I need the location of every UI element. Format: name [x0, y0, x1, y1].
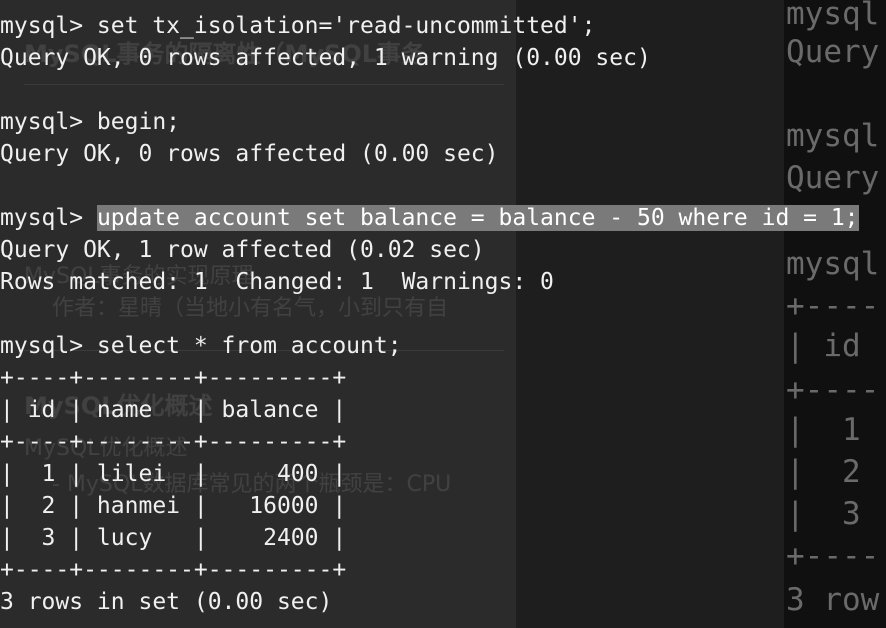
terminal-line: mysql> select * from account; [0, 333, 402, 359]
terminal-line: Query OK, 0 rows affected, 1 warning (0.… [0, 45, 651, 71]
table-border: +----+--------+---------+ [0, 429, 347, 455]
table-border: +----+--------+---------+ [0, 557, 347, 583]
terminal-line: Rows matched: 1 Changed: 1 Warnings: 0 [0, 269, 554, 295]
table-header: | id | name | balance | [0, 397, 347, 423]
terminal-line: mysql> update account set balance = bala… [0, 202, 859, 234]
table-row: | 1 | lilei | 400 | [0, 461, 347, 487]
selected-command[interactable]: update account set balance = balance - 5… [96, 205, 859, 231]
table-row: | 3 | lucy | 2400 | [0, 525, 347, 551]
terminal-line: mysql> set tx_isolation='read-uncommitte… [0, 13, 596, 39]
terminal-line: Query OK, 0 rows affected (0.00 sec) [0, 141, 499, 167]
prompt: mysql> [0, 205, 97, 231]
table-row: | 2 | hanmei | 16000 | [0, 493, 347, 519]
table-border: +----+--------+---------+ [0, 365, 347, 391]
terminal-line: 3 rows in set (0.00 sec) [0, 589, 333, 615]
terminal-line: mysql> begin; [0, 109, 181, 135]
terminal-output[interactable]: mysql> set tx_isolation='read-uncommitte… [0, 10, 859, 618]
terminal-line: Query OK, 1 row affected (0.02 sec) [0, 237, 485, 263]
